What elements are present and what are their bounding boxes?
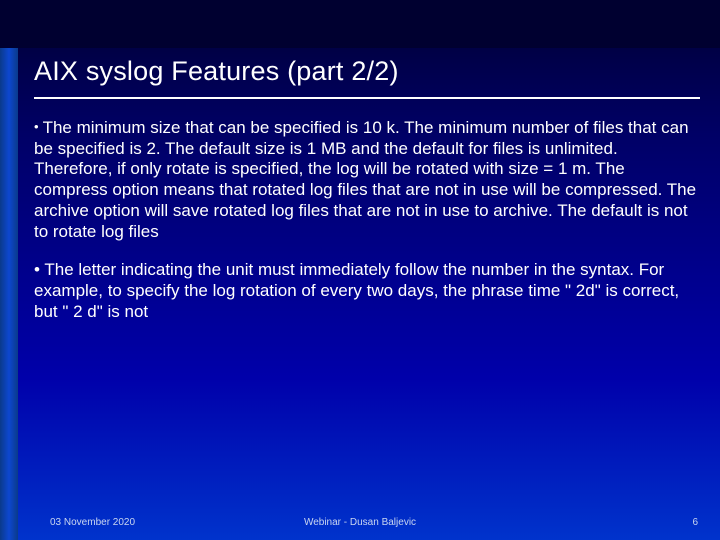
bullet-text: The letter indicating the unit must imme… xyxy=(34,260,679,320)
bullet-dot-icon: • xyxy=(34,260,44,279)
footer-date: 03 November 2020 xyxy=(50,517,135,528)
footer-page-number: 6 xyxy=(692,517,698,528)
bullet-text: The minimum size that can be specified i… xyxy=(34,118,696,241)
title-underline xyxy=(34,97,700,99)
slide-footer: 03 November 2020 Webinar - Dusan Baljevi… xyxy=(0,517,720,528)
left-accent-bar xyxy=(0,48,18,540)
slide-title: AIX syslog Features (part 2/2) xyxy=(34,56,700,87)
top-bar xyxy=(0,0,720,48)
bullet-dot-icon: • xyxy=(34,119,39,134)
slide-body: •The minimum size that can be specified … xyxy=(34,118,700,341)
bullet-item: •The minimum size that can be specified … xyxy=(34,118,700,242)
footer-center: Webinar - Dusan Baljevic xyxy=(304,517,416,528)
title-area: AIX syslog Features (part 2/2) xyxy=(34,56,700,99)
bullet-item: • The letter indicating the unit must im… xyxy=(34,260,700,322)
